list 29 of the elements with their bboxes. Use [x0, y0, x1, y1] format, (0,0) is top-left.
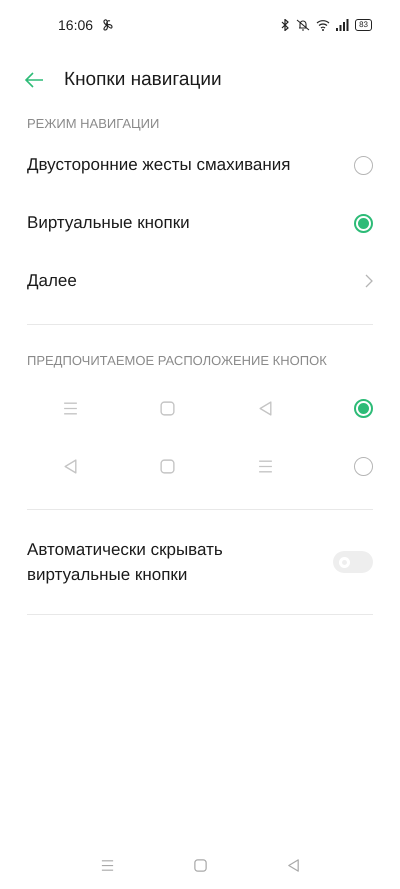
square-icon — [159, 458, 176, 474]
square-icon — [192, 858, 208, 873]
radio-button[interactable] — [354, 214, 373, 232]
status-time: 16:06 — [58, 16, 94, 34]
battery-level: 83 — [355, 19, 372, 31]
menu-icon — [62, 400, 79, 416]
fan-icon — [101, 19, 114, 31]
radio-button[interactable] — [354, 398, 373, 418]
back-arrow-icon[interactable] — [24, 72, 44, 88]
back-triangle-icon — [286, 858, 300, 873]
back-triangle-icon — [62, 458, 79, 474]
wifi-icon — [316, 19, 330, 31]
radio-button[interactable] — [354, 156, 373, 174]
muted-bell-icon — [296, 19, 310, 31]
option-label: Автоматически скрывать виртуальные кнопки — [27, 539, 224, 586]
more-link[interactable]: Далее — [27, 268, 77, 294]
square-icon — [159, 400, 176, 416]
page-title: Кнопки навигации — [64, 68, 222, 92]
menu-icon — [100, 858, 114, 873]
section-heading: РЕЖИМ НАВИГАЦИИ — [27, 116, 160, 131]
signal-icon — [336, 19, 350, 31]
radio-button[interactable] — [354, 456, 373, 476]
bluetooth-icon — [281, 19, 290, 31]
chevron-right-icon — [365, 274, 373, 288]
back-triangle-icon — [256, 400, 274, 416]
option-label[interactable]: Виртуальные кнопки — [27, 210, 190, 236]
section-heading: ПРЕДПОЧИТАЕМОЕ РАСПОЛОЖЕНИЕ КНОПОК — [27, 353, 327, 368]
menu-icon — [256, 458, 274, 474]
option-label[interactable]: Двусторонние жесты смахивания — [27, 152, 290, 178]
